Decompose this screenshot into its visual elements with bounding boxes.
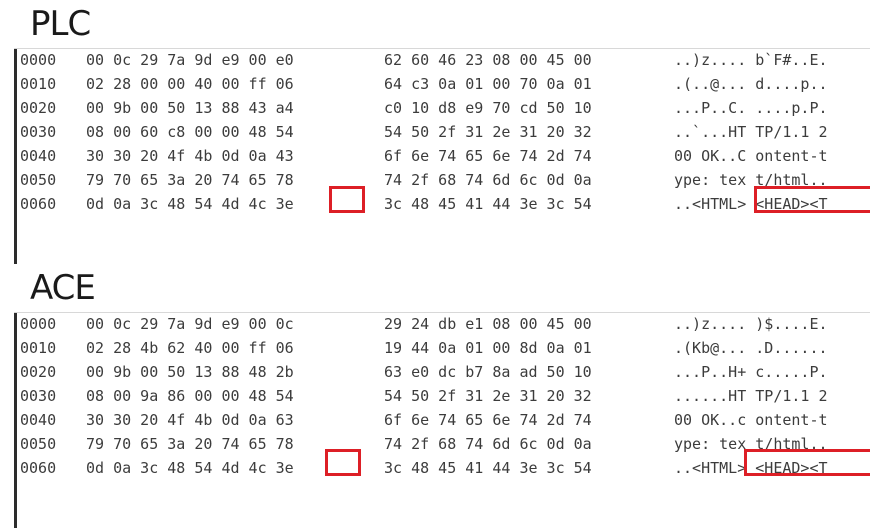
- ascii-cell: ..`...HT TP/1.1 2: [674, 123, 828, 141]
- hex-bytes-second-half: 64 c3 0a 01 00 70 0a 01: [384, 75, 592, 93]
- hex-row[interactable]: 0000 00 0c 29 7a 9d e9 00 0c 29 24 db e1 0…: [14, 312, 870, 336]
- ascii-cell: ...P..C. ....p.P.: [674, 99, 828, 117]
- offset-cell: 0010: [20, 339, 57, 357]
- hex-bytes-first-half: 0d 0a 3c 48 54 4d 4c 3e: [86, 195, 294, 213]
- offset-cell: 0020: [20, 363, 57, 381]
- offset-cell: 0010: [20, 75, 57, 93]
- hex-bytes-first-half: 00 0c 29 7a 9d e9 00 e0: [86, 51, 294, 69]
- ascii-cell: ...P..H+ c.....P.: [674, 363, 828, 381]
- hex-row[interactable]: 0010 02 28 4b 62 40 00 ff 06 19 44 0a 01 0…: [14, 336, 870, 360]
- highlight-box-plc-hex: [329, 186, 365, 213]
- hex-row[interactable]: 0010 02 28 00 00 40 00 ff 06 64 c3 0a 01 0…: [14, 72, 870, 96]
- hex-bytes-first-half: 0d 0a 3c 48 54 4d 4c 3e: [86, 459, 294, 477]
- hex-bytes-second-half: 3c 48 45 41 44 3e 3c 54: [384, 459, 592, 477]
- hex-bytes-first-half: 30 30 20 4f 4b 0d 0a 43: [86, 147, 294, 165]
- hex-bytes-second-half: c0 10 d8 e9 70 cd 50 10: [384, 99, 592, 117]
- hex-bytes-first-half: 79 70 65 3a 20 74 65 78: [86, 171, 294, 189]
- hex-bytes-first-half: 02 28 00 00 40 00 ff 06: [86, 75, 294, 93]
- offset-cell: 0040: [20, 411, 57, 429]
- highlight-box-ace-hex: [325, 449, 361, 476]
- hex-row[interactable]: 0030 08 00 9a 86 00 00 48 54 54 50 2f 31 2…: [14, 384, 870, 408]
- offset-cell: 0060: [20, 195, 57, 213]
- section-title-plc: PLC: [30, 4, 91, 44]
- offset-cell: 0000: [20, 315, 57, 333]
- hex-bytes-first-half: 79 70 65 3a 20 74 65 78: [86, 435, 294, 453]
- ascii-cell: .(Kb@... .D......: [674, 339, 828, 357]
- offset-cell: 0030: [20, 123, 57, 141]
- hex-bytes-first-half: 00 0c 29 7a 9d e9 00 0c: [86, 315, 294, 333]
- offset-cell: 0040: [20, 147, 57, 165]
- hex-bytes-second-half: 74 2f 68 74 6d 6c 0d 0a: [384, 435, 592, 453]
- hex-bytes-second-half: 54 50 2f 31 2e 31 20 32: [384, 123, 592, 141]
- hex-row[interactable]: 0060 0d 0a 3c 48 54 4d 4c 3e 3c 48 45 41 4…: [14, 192, 870, 216]
- hex-bytes-second-half: 6f 6e 74 65 6e 74 2d 74: [384, 411, 592, 429]
- hex-bytes-second-half: 63 e0 dc b7 8a ad 50 10: [384, 363, 592, 381]
- hex-row[interactable]: 0030 08 00 60 c8 00 00 48 54 54 50 2f 31 2…: [14, 120, 870, 144]
- hex-bytes-first-half: 30 30 20 4f 4b 0d 0a 63: [86, 411, 294, 429]
- hex-row[interactable]: 0020 00 9b 00 50 13 88 48 2b 63 e0 dc b7 8…: [14, 360, 870, 384]
- hex-dump-panel-ace[interactable]: 0000 00 0c 29 7a 9d e9 00 0c 29 24 db e1 0…: [14, 312, 870, 528]
- hex-bytes-first-half: 08 00 60 c8 00 00 48 54: [86, 123, 294, 141]
- hex-bytes-second-half: 19 44 0a 01 00 8d 0a 01: [384, 339, 592, 357]
- hex-bytes-second-half: 54 50 2f 31 2e 31 20 32: [384, 387, 592, 405]
- offset-cell: 0050: [20, 171, 57, 189]
- ascii-cell: .(..@... d....p..: [674, 75, 828, 93]
- ascii-cell: 00 OK..C ontent-t: [674, 147, 828, 165]
- hex-row[interactable]: 0050 79 70 65 3a 20 74 65 78 74 2f 68 74 6…: [14, 432, 870, 456]
- highlight-box-plc-ascii: [754, 186, 870, 213]
- hex-bytes-first-half: 08 00 9a 86 00 00 48 54: [86, 387, 294, 405]
- hex-bytes-first-half: 00 9b 00 50 13 88 48 2b: [86, 363, 294, 381]
- hex-dump-panel-plc[interactable]: 0000 00 0c 29 7a 9d e9 00 e0 62 60 46 23 0…: [14, 48, 870, 264]
- highlight-box-ace-ascii: [744, 449, 870, 476]
- hex-row[interactable]: 0060 0d 0a 3c 48 54 4d 4c 3e 3c 48 45 41 4…: [14, 456, 870, 480]
- hex-bytes-second-half: 29 24 db e1 08 00 45 00: [384, 315, 592, 333]
- hex-row[interactable]: 0000 00 0c 29 7a 9d e9 00 e0 62 60 46 23 0…: [14, 48, 870, 72]
- offset-cell: 0060: [20, 459, 57, 477]
- offset-cell: 0000: [20, 51, 57, 69]
- hex-bytes-second-half: 3c 48 45 41 44 3e 3c 54: [384, 195, 592, 213]
- hex-bytes-first-half: 00 9b 00 50 13 88 43 a4: [86, 99, 294, 117]
- hex-row[interactable]: 0050 79 70 65 3a 20 74 65 78 74 2f 68 74 6…: [14, 168, 870, 192]
- ascii-cell: ..)z.... )$....E.: [674, 315, 828, 333]
- offset-cell: 0050: [20, 435, 57, 453]
- hex-bytes-second-half: 6f 6e 74 65 6e 74 2d 74: [384, 147, 592, 165]
- offset-cell: 0020: [20, 99, 57, 117]
- hex-row[interactable]: 0040 30 30 20 4f 4b 0d 0a 43 6f 6e 74 65 6…: [14, 144, 870, 168]
- hex-bytes-second-half: 74 2f 68 74 6d 6c 0d 0a: [384, 171, 592, 189]
- hex-bytes-first-half: 02 28 4b 62 40 00 ff 06: [86, 339, 294, 357]
- offset-cell: 0030: [20, 387, 57, 405]
- ascii-cell: 00 OK..c ontent-t: [674, 411, 828, 429]
- hex-bytes-second-half: 62 60 46 23 08 00 45 00: [384, 51, 592, 69]
- ascii-cell: ......HT TP/1.1 2: [674, 387, 828, 405]
- section-title-ace: ACE: [30, 268, 96, 308]
- hex-row[interactable]: 0020 00 9b 00 50 13 88 43 a4 c0 10 d8 e9 7…: [14, 96, 870, 120]
- hex-row[interactable]: 0040 30 30 20 4f 4b 0d 0a 63 6f 6e 74 65 6…: [14, 408, 870, 432]
- ascii-cell: ..)z.... b`F#..E.: [674, 51, 828, 69]
